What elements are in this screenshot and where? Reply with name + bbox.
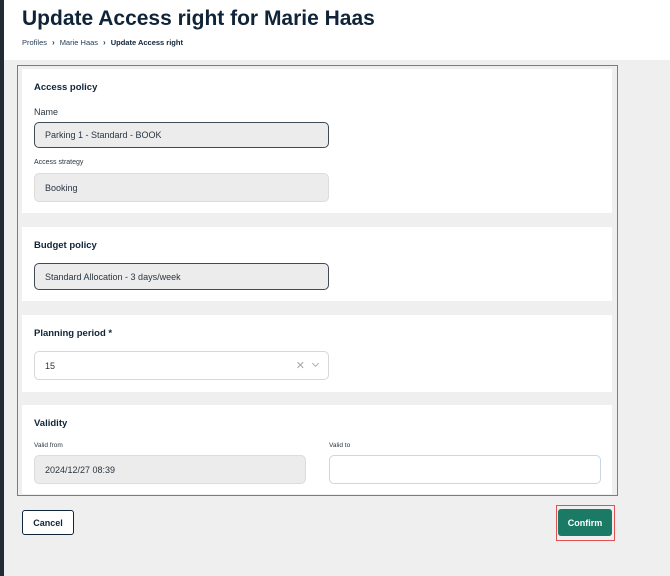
planning-period-card: Planning period * 15 ✕ — [22, 315, 612, 392]
chevron-down-icon[interactable] — [311, 359, 320, 368]
valid-from-label: Valid from — [34, 442, 63, 449]
planning-period-title: Planning period * — [34, 328, 113, 339]
access-policy-card: Access policy Name Parking 1 - Standard … — [22, 69, 612, 213]
cancel-button[interactable]: Cancel — [22, 510, 74, 535]
breadcrumb-item-marie-haas[interactable]: Marie Haas — [60, 38, 98, 47]
page-header: Update Access right for Marie Haas Profi… — [4, 0, 670, 60]
select-controls: ✕ — [296, 352, 320, 378]
left-sidebar-edge — [0, 0, 4, 576]
access-policy-title: Access policy — [34, 82, 98, 93]
name-label: Name — [34, 107, 59, 117]
breadcrumb: Profiles › Marie Haas › Update Access ri… — [22, 38, 183, 47]
name-field[interactable]: Parking 1 - Standard - BOOK — [34, 122, 329, 148]
valid-to-label: Valid to — [329, 442, 351, 449]
budget-policy-card: Budget policy Standard Allocation - 3 da… — [22, 227, 612, 301]
validity-card: Validity Valid from 2024/12/27 08:39 Val… — [22, 405, 612, 494]
access-strategy-label: Access strategy — [34, 159, 84, 166]
validity-title: Validity — [34, 418, 68, 429]
chevron-right-icon: › — [103, 38, 106, 47]
breadcrumb-current: Update Access right — [110, 38, 183, 47]
valid-to-field[interactable] — [329, 455, 601, 484]
planning-period-select[interactable]: 15 ✕ — [34, 351, 329, 380]
clear-icon[interactable]: ✕ — [296, 359, 305, 372]
planning-period-value: 15 — [45, 360, 56, 371]
confirm-button[interactable]: Confirm — [558, 509, 612, 536]
budget-policy-field[interactable]: Standard Allocation - 3 days/week — [34, 263, 329, 290]
access-strategy-field[interactable]: Booking — [34, 173, 329, 202]
breadcrumb-item-profiles[interactable]: Profiles — [22, 38, 47, 47]
chevron-right-icon: › — [52, 38, 55, 47]
valid-from-field[interactable]: 2024/12/27 08:39 — [34, 455, 306, 484]
budget-policy-title: Budget policy — [34, 240, 97, 251]
page-title: Update Access right for Marie Haas — [22, 7, 375, 30]
